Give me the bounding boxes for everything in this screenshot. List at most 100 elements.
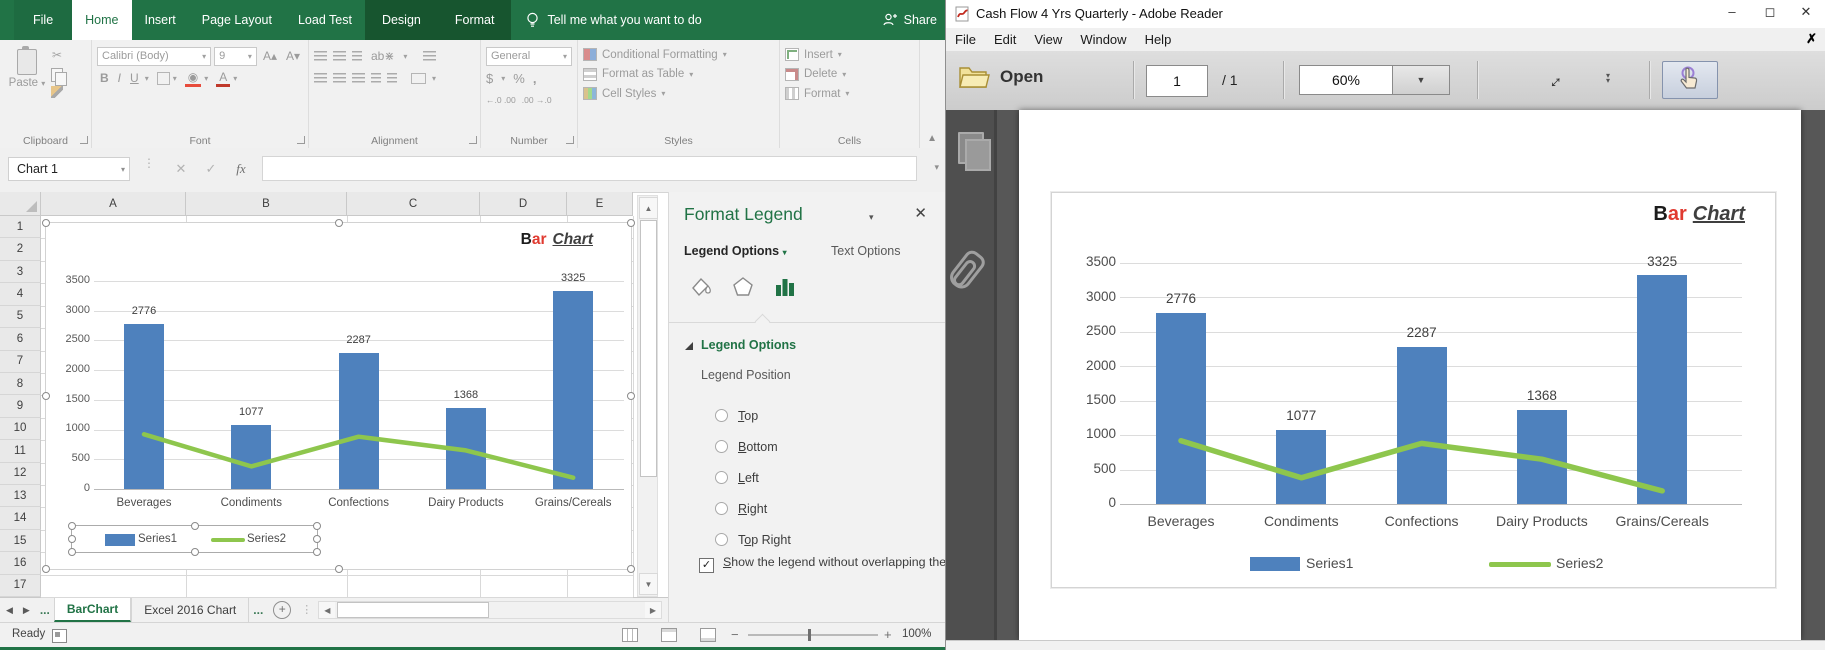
row-header[interactable]: 17	[0, 575, 41, 597]
merge-center-icon[interactable]	[411, 73, 426, 84]
selection-handle[interactable]	[627, 392, 635, 400]
legend-position-radio[interactable]: Top Right	[715, 524, 791, 555]
align-middle-icon[interactable]	[333, 51, 346, 62]
delete-cells-button[interactable]: Delete▾	[785, 65, 914, 85]
name-box-dropdown-icon[interactable]: ▾	[121, 165, 125, 174]
cancel-formula-icon[interactable]: ✕	[168, 157, 194, 181]
zoom-dropdown-icon[interactable]: ▼	[1393, 65, 1450, 95]
format-cells-button[interactable]: Format▾	[785, 84, 914, 104]
radio-circle-icon[interactable]	[715, 471, 728, 484]
bold-button[interactable]: B	[97, 71, 112, 85]
row-header[interactable]: 16	[0, 552, 41, 574]
maximize-icon[interactable]: ◻	[1755, 4, 1785, 20]
section-expand-icon[interactable]	[685, 342, 693, 350]
menu-item[interactable]: File	[946, 32, 985, 47]
row-header[interactable]: 1	[0, 216, 41, 238]
font-name-select[interactable]: Calibri (Body)▾	[97, 47, 211, 66]
radio-circle-icon[interactable]	[715, 440, 728, 453]
page-thumbnails-icon[interactable]	[958, 132, 984, 164]
sheet-vertical-scrollbar[interactable]: ▲ ▼	[637, 195, 658, 597]
page-layout-view-icon[interactable]	[661, 628, 677, 642]
row-header[interactable]: 15	[0, 530, 41, 552]
row-header[interactable]: 2	[0, 238, 41, 260]
align-bottom-icon[interactable]	[352, 51, 362, 62]
radio-circle-icon[interactable]	[715, 409, 728, 422]
percent-style-icon[interactable]: %	[513, 71, 525, 86]
selection-handle[interactable]	[191, 522, 199, 530]
increase-font-icon[interactable]: A▴	[260, 49, 280, 63]
chart-title[interactable]: BarChart	[521, 231, 593, 249]
menu-item[interactable]: Edit	[985, 32, 1025, 47]
decrease-decimal-icon[interactable]: .00 →.0	[522, 96, 552, 105]
copy-icon[interactable]	[51, 68, 63, 82]
selection-handle[interactable]	[335, 219, 343, 227]
ribbon-tab[interactable]: Format	[438, 0, 512, 40]
wrap-text-icon[interactable]	[423, 51, 436, 62]
overlap-checkbox-label[interactable]: Show the legend without overlapping the …	[723, 554, 945, 570]
conditional-formatting-button[interactable]: Conditional Formatting▾	[583, 45, 774, 65]
sheet-tab[interactable]: Excel 2016 Chart	[131, 598, 249, 622]
prev-sheet-icon[interactable]: ◀	[6, 605, 13, 616]
selection-handle[interactable]	[627, 219, 635, 227]
select-all-corner[interactable]	[0, 192, 41, 216]
vertical-scroll-thumb[interactable]	[640, 220, 657, 477]
row-header[interactable]: 4	[0, 283, 41, 305]
font-dialog-launcher[interactable]	[297, 136, 305, 144]
zoom-percent-label[interactable]: 100%	[902, 628, 931, 640]
zoom-slider[interactable]	[748, 634, 878, 636]
ribbon-tab[interactable]: Design	[365, 0, 438, 40]
close-icon[interactable]: ✕	[1791, 4, 1821, 20]
selection-handle[interactable]	[627, 565, 635, 573]
reader-bottom-scrollbar[interactable]	[946, 640, 1825, 650]
selection-handle[interactable]	[68, 548, 76, 556]
selection-handle[interactable]	[42, 219, 50, 227]
legend-options-section-header[interactable]: Legend Options	[701, 338, 796, 352]
macro-record-icon[interactable]	[52, 629, 67, 643]
legend-position-radio[interactable]: Top	[715, 400, 791, 431]
menu-item[interactable]: View	[1025, 32, 1071, 47]
expand-formula-bar-icon[interactable]: ▾	[934, 162, 939, 173]
hand-tool-button[interactable]	[1662, 61, 1718, 99]
scroll-left-icon[interactable]: ◀	[319, 602, 335, 618]
selection-handle[interactable]	[313, 522, 321, 530]
number-dialog-launcher[interactable]	[566, 136, 574, 144]
toolbar-more-icon[interactable]: ▾▾	[1599, 73, 1617, 83]
paste-button[interactable]: Paste ▾	[5, 45, 49, 89]
excel-chart-object[interactable]: BarChart Series1 Series2 350030002500200…	[45, 222, 632, 570]
fill-line-icon[interactable]	[687, 272, 715, 302]
new-sheet-icon[interactable]: +	[273, 601, 291, 619]
fill-color-icon[interactable]: ◉	[185, 70, 201, 87]
radio-circle-icon[interactable]	[715, 502, 728, 515]
cell-styles-button[interactable]: Cell Styles▾	[583, 84, 774, 104]
sheet-overflow-right[interactable]: ...	[249, 598, 267, 622]
legend-position-radio[interactable]: Bottom	[715, 431, 791, 462]
normal-view-icon[interactable]	[622, 628, 638, 642]
scroll-down-icon[interactable]: ▼	[639, 573, 658, 595]
page-break-view-icon[interactable]	[700, 628, 716, 642]
next-sheet-icon[interactable]: ▶	[23, 605, 30, 616]
zoom-slider-thumb[interactable]	[808, 629, 811, 641]
column-header[interactable]: D	[480, 192, 567, 216]
zoom-level-input[interactable]: 60%	[1299, 65, 1393, 95]
row-header[interactable]: 14	[0, 507, 41, 529]
align-top-icon[interactable]	[314, 51, 327, 62]
increase-indent-icon[interactable]	[387, 73, 397, 84]
column-header[interactable]: E	[567, 192, 633, 216]
selection-handle[interactable]	[313, 535, 321, 543]
ribbon-tab[interactable]: Insert	[132, 0, 189, 40]
effects-icon[interactable]	[729, 272, 757, 302]
selection-handle[interactable]	[68, 522, 76, 530]
align-center-icon[interactable]	[333, 73, 346, 84]
close-document-icon[interactable]: ✗	[1806, 31, 1817, 47]
selection-handle[interactable]	[68, 535, 76, 543]
panel-close-icon[interactable]: ✕	[914, 204, 927, 222]
increase-decimal-icon[interactable]: ←.0 .00	[486, 96, 516, 105]
sheet-horizontal-scrollbar[interactable]: ◀ ▶	[318, 601, 662, 619]
legend-position-radio[interactable]: Right	[715, 493, 791, 524]
formula-input[interactable]	[262, 156, 917, 181]
legend-options-icon[interactable]	[771, 272, 799, 302]
decrease-font-icon[interactable]: A▾	[283, 49, 303, 63]
selection-handle[interactable]	[335, 565, 343, 573]
open-button[interactable]: Open	[958, 64, 1043, 90]
horizontal-scroll-thumb[interactable]	[337, 602, 489, 618]
